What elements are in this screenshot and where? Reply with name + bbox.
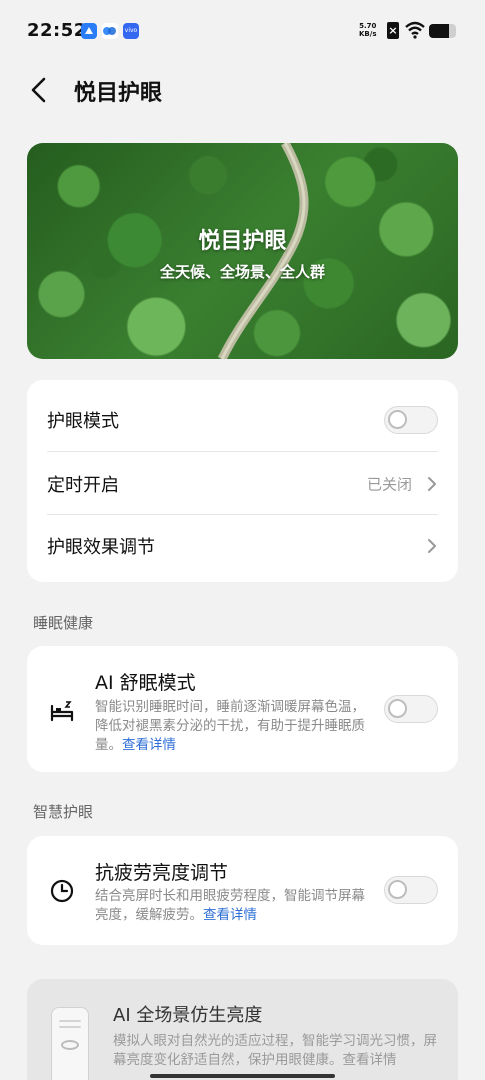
eye-care-settings-card: 护眼模式 定时开启 已关闭 护眼效果调节 (27, 380, 458, 582)
chevron-right-icon (428, 476, 436, 491)
anti-fatigue-brightness-description: 结合亮屏时长和用眼疲劳程度，智能调节屏幕亮度，缓解疲劳。查看详情 (95, 888, 365, 923)
back-arrow-icon[interactable] (28, 75, 52, 105)
no-sim-icon: × (387, 22, 399, 39)
banner-title: 悦目护眼 (198, 229, 287, 254)
battery-level (429, 24, 450, 38)
schedule-status: 已关闭 (366, 475, 412, 493)
toggle-knob (388, 699, 407, 718)
section-heading-sleep: 睡眠健康 (33, 614, 94, 632)
hero-banner: 悦目护眼 全天候、全场景、全人群 (27, 143, 458, 359)
phone-eye-illustration (51, 1007, 89, 1080)
ai-sleep-mode-description: 智能识别睡眠时间，睡前逐渐调暖屏幕色温，降低对褪黑素分泌的干扰，有助于提升睡眠质… (95, 699, 365, 753)
status-time: 22:52 (27, 20, 87, 41)
notification-app-icon (81, 23, 97, 39)
title-bar: 悦目护眼 (0, 64, 485, 120)
section-heading-smart-eye-care: 智慧护眼 (33, 803, 94, 821)
clock-icon (50, 879, 74, 903)
status-bar: 22:52 vivo 5.70 KB/s × (0, 0, 485, 64)
eye-mode-row[interactable]: 护眼模式 (27, 388, 458, 452)
schedule-row[interactable]: 定时开启 已关闭 (27, 452, 458, 515)
battery-icon (429, 24, 456, 38)
network-speed: 5.70 KB/s (359, 22, 377, 38)
chevron-right-icon (428, 539, 436, 553)
anti-fatigue-brightness-toggle[interactable] (384, 876, 438, 904)
ai-bionic-brightness-description: 模拟人眼对自然光的适应过程，智能学习调光习惯，屏幕亮度变化舒适自然，保护用眼健康… (113, 1033, 437, 1068)
eye-icon (61, 1040, 79, 1050)
banner-subtitle: 全天候、全场景、全人群 (159, 263, 325, 281)
ai-bionic-brightness-title: AI 全场景仿生亮度 (113, 1005, 263, 1026)
effect-adjust-label: 护眼效果调节 (47, 537, 155, 558)
ai-bionic-brightness-card[interactable]: AI 全场景仿生亮度 模拟人眼对自然光的适应过程，智能学习调光习惯，屏幕亮度变化… (27, 979, 458, 1080)
eye-mode-toggle[interactable] (384, 406, 438, 434)
toggle-knob (388, 880, 407, 899)
effect-adjust-row[interactable]: 护眼效果调节 (27, 515, 458, 577)
notification-app-icon (102, 23, 118, 39)
bed-icon (50, 701, 74, 722)
schedule-label: 定时开启 (47, 474, 119, 496)
ai-sleep-mode-title: AI 舒眠模式 (95, 672, 196, 694)
anti-fatigue-brightness-card[interactable]: 抗疲劳亮度调节 结合亮屏时长和用眼疲劳程度，智能调节屏幕亮度，缓解疲劳。查看详情 (27, 836, 458, 945)
toggle-knob (388, 410, 407, 429)
ai-sleep-mode-card[interactable]: AI 舒眠模式 智能识别睡眠时间，睡前逐渐调暖屏幕色温，降低对褪黑素分泌的干扰，… (27, 646, 458, 772)
home-indicator[interactable] (150, 1074, 335, 1078)
wifi-icon (405, 21, 425, 39)
sleep-details-link[interactable]: 查看详情 (122, 737, 176, 753)
ai-sleep-mode-toggle[interactable] (384, 695, 438, 723)
eye-mode-label: 护眼模式 (47, 411, 119, 432)
vivo-app-icon: vivo (123, 23, 139, 39)
page-title: 悦目护眼 (74, 81, 163, 106)
anti-fatigue-brightness-title: 抗疲劳亮度调节 (95, 862, 229, 884)
anti-fatigue-details-link[interactable]: 查看详情 (203, 907, 257, 923)
